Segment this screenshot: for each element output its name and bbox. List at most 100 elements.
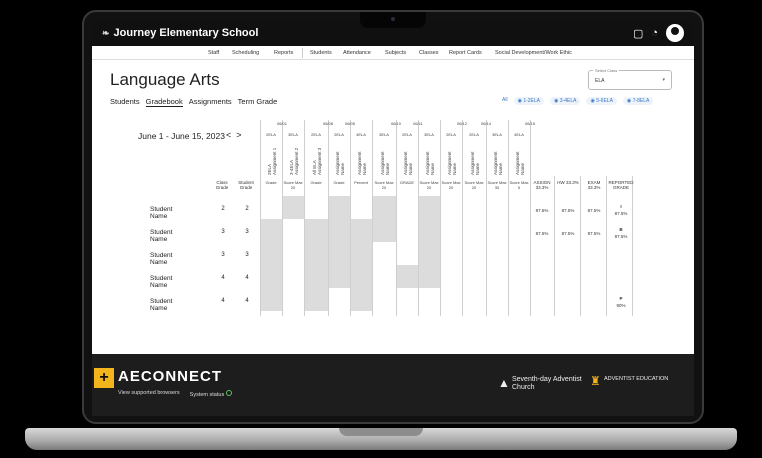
nav-item-students[interactable]: Students: [310, 50, 332, 56]
nav-item-social-dev[interactable]: Social Development/Work Ethic: [495, 50, 572, 56]
assignment-name[interactable]: 2ELA Assignment 1: [267, 141, 277, 175]
assignment-name[interactable]: Assignment Name: [380, 141, 390, 175]
nav-item-classes[interactable]: Classes: [419, 50, 439, 56]
assignment-name[interactable]: Assignment Name: [403, 141, 413, 175]
reported-letter: P: [619, 296, 623, 301]
grade-cell-shaded[interactable]: [372, 219, 396, 242]
column-subheader: Score Max 30: [487, 180, 507, 190]
grid-column-line: [632, 176, 633, 316]
assignment-name[interactable]: Assignment Name: [515, 141, 525, 175]
student-name[interactable]: Student Name: [150, 298, 172, 312]
app-screen: ❧ Journey Elementary School ▢ ◔ Staff Sch…: [92, 20, 694, 416]
summary-value: 87.5%: [587, 231, 601, 236]
column-subheader: Grade: [333, 180, 345, 185]
grid-column-line: [350, 120, 351, 316]
system-status-link[interactable]: System status: [190, 390, 233, 398]
grade-cell-shaded[interactable]: [260, 265, 282, 288]
bell-icon[interactable]: ◔: [651, 27, 658, 39]
grade-cell-shaded[interactable]: [328, 196, 350, 219]
grade-cell-shaded[interactable]: [304, 242, 328, 265]
tab-students[interactable]: Students: [110, 97, 140, 107]
student-name[interactable]: Student Name: [150, 252, 172, 266]
column-date: 06/11: [413, 121, 423, 126]
grade-cell-shaded[interactable]: [418, 219, 440, 242]
supported-browsers-link[interactable]: View supported browsers: [118, 390, 180, 398]
grade-cell-shaded[interactable]: [418, 196, 440, 219]
student-grade: 3: [245, 229, 249, 235]
class-grade: 2: [221, 206, 225, 212]
nav-item-attendance[interactable]: Attendance: [343, 50, 371, 56]
plus-icon[interactable]: +: [94, 368, 114, 388]
grade-cell-shaded[interactable]: [350, 265, 372, 288]
chevron-right-icon[interactable]: >: [236, 130, 241, 140]
class-grade: 3: [221, 252, 225, 258]
camera-icon: [391, 17, 395, 21]
grade-cell-shaded[interactable]: [304, 265, 328, 288]
filter-3-4ela[interactable]: ◉ 3-4ELA: [550, 97, 581, 105]
column-date: 06/15: [524, 121, 535, 126]
summary-header: ASSIGN 33.3%: [533, 180, 551, 190]
grade-cell-shaded[interactable]: [260, 288, 282, 311]
student-name[interactable]: Student Name: [150, 206, 172, 220]
column-subheader: Score Max 20: [441, 180, 461, 190]
assignment-name[interactable]: Assignment Name: [425, 141, 435, 175]
grade-cell-shaded[interactable]: [418, 265, 440, 288]
grid-column-line: [304, 120, 305, 316]
student-name[interactable]: Student Name: [150, 229, 172, 243]
nav-item-reports[interactable]: Reports: [274, 50, 293, 56]
grade-cell-shaded[interactable]: [372, 196, 396, 219]
tab-gradebook[interactable]: Gradebook: [145, 97, 183, 107]
school-brand[interactable]: ❧ Journey Elementary School: [102, 27, 258, 39]
reported-percent: 87.5%: [614, 211, 628, 216]
nav-item-scheduling[interactable]: Scheduling: [232, 50, 259, 56]
assignment-name[interactable]: 3-4ELA Assignment 2: [289, 141, 299, 175]
summary-value: 87.5%: [535, 231, 549, 236]
grade-cell-shaded[interactable]: [350, 219, 372, 242]
grade-cell-shaded[interactable]: [304, 219, 328, 242]
class-select-label: Select Class: [593, 68, 620, 73]
column-subheader: Score Max 20: [419, 180, 439, 190]
grid-column-line: [396, 120, 397, 316]
filter-7-8ela[interactable]: ◉ 7-8ELA: [622, 97, 654, 105]
nav-item-staff[interactable]: Staff: [208, 50, 219, 56]
nav-divider: [302, 48, 303, 58]
grade-cell-shaded[interactable]: [304, 288, 328, 311]
tab-assignments[interactable]: Assignments: [189, 97, 232, 107]
grade-cell-shaded[interactable]: [260, 242, 282, 265]
system-status-label: System status: [189, 392, 225, 398]
chevron-left-icon[interactable]: <: [226, 130, 231, 140]
assignment-name[interactable]: Assignment Name: [357, 141, 367, 175]
tab-term-grade[interactable]: Term Grade: [238, 97, 278, 107]
grade-cell-shaded[interactable]: [328, 219, 350, 242]
chat-icon[interactable]: ▢: [633, 27, 643, 40]
grade-cell-shaded[interactable]: [260, 219, 282, 242]
grade-cell-shaded[interactable]: [282, 196, 304, 219]
assignment-name[interactable]: Assignment Name: [470, 141, 480, 175]
grade-cell-shaded[interactable]: [328, 265, 350, 288]
nav-item-report-cards[interactable]: Report Cards: [449, 50, 482, 56]
assignment-name[interactable]: Assignment Name: [335, 141, 345, 175]
assignment-name[interactable]: All ELA Assignment 3: [312, 141, 322, 175]
column-class: 4ELA: [514, 132, 524, 137]
filter-5-6ela[interactable]: ◉ 5-6ELA: [586, 97, 617, 105]
student-grade: 3: [245, 252, 249, 258]
grade-cell-shaded[interactable]: [396, 265, 418, 288]
grade-cell-shaded[interactable]: [418, 242, 440, 265]
grade-cell-shaded[interactable]: [350, 288, 372, 311]
laptop-base-notch: [339, 428, 423, 436]
assignment-name[interactable]: Assignment Name: [493, 141, 503, 175]
column-date: 06/14: [480, 121, 491, 126]
assignment-name[interactable]: Assignment Name: [447, 141, 457, 175]
grade-cell-shaded[interactable]: [328, 242, 350, 265]
student-name[interactable]: Student Name: [150, 275, 172, 289]
filter-all[interactable]: All: [502, 97, 508, 105]
grid-column-line: [372, 120, 373, 316]
avatar[interactable]: [666, 24, 684, 42]
filter-label: 3-4ELA: [559, 98, 577, 104]
grade-cell-shaded[interactable]: [350, 242, 372, 265]
class-select[interactable]: Select Class ELA ▾: [588, 68, 672, 90]
filter-1-2ela[interactable]: ◉ 1-2ELA: [513, 97, 545, 105]
school-name: Journey Elementary School: [113, 27, 259, 39]
nav-item-subjects[interactable]: Subjects: [385, 50, 406, 56]
summary-value: 87.5%: [561, 208, 575, 213]
